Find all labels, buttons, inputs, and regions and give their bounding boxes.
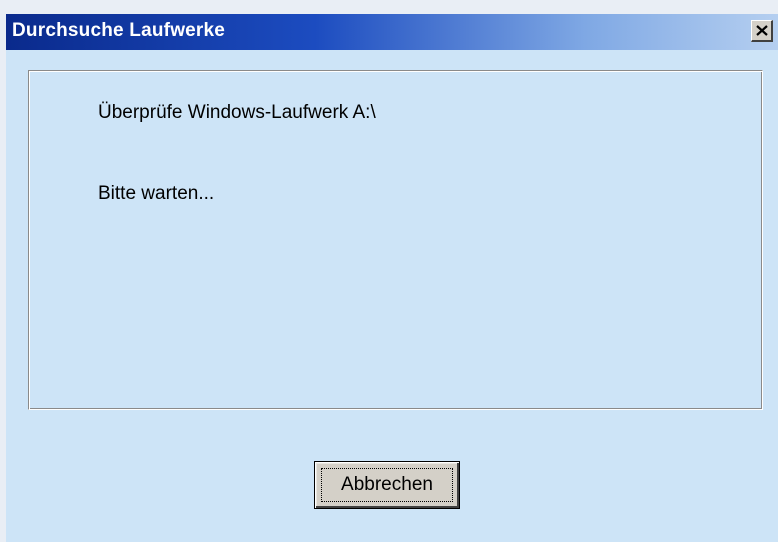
scan-status-text: Überprüfe Windows-Laufwerk A:\ — [98, 102, 376, 123]
dialog-window: Durchsuche Laufwerke Überprüfe Windows-L… — [0, 0, 778, 542]
window-left-edge — [0, 0, 6, 542]
cancel-button-label: Abbrechen — [341, 474, 433, 495]
cancel-button[interactable]: Abbrechen — [314, 461, 460, 509]
close-button[interactable] — [751, 20, 773, 42]
window-title: Durchsuche Laufwerke — [12, 20, 226, 41]
title-bar[interactable]: Durchsuche Laufwerke — [6, 14, 778, 50]
wait-text: Bitte warten... — [98, 183, 215, 204]
close-icon — [755, 25, 768, 36]
window-top-edge — [0, 0, 778, 14]
